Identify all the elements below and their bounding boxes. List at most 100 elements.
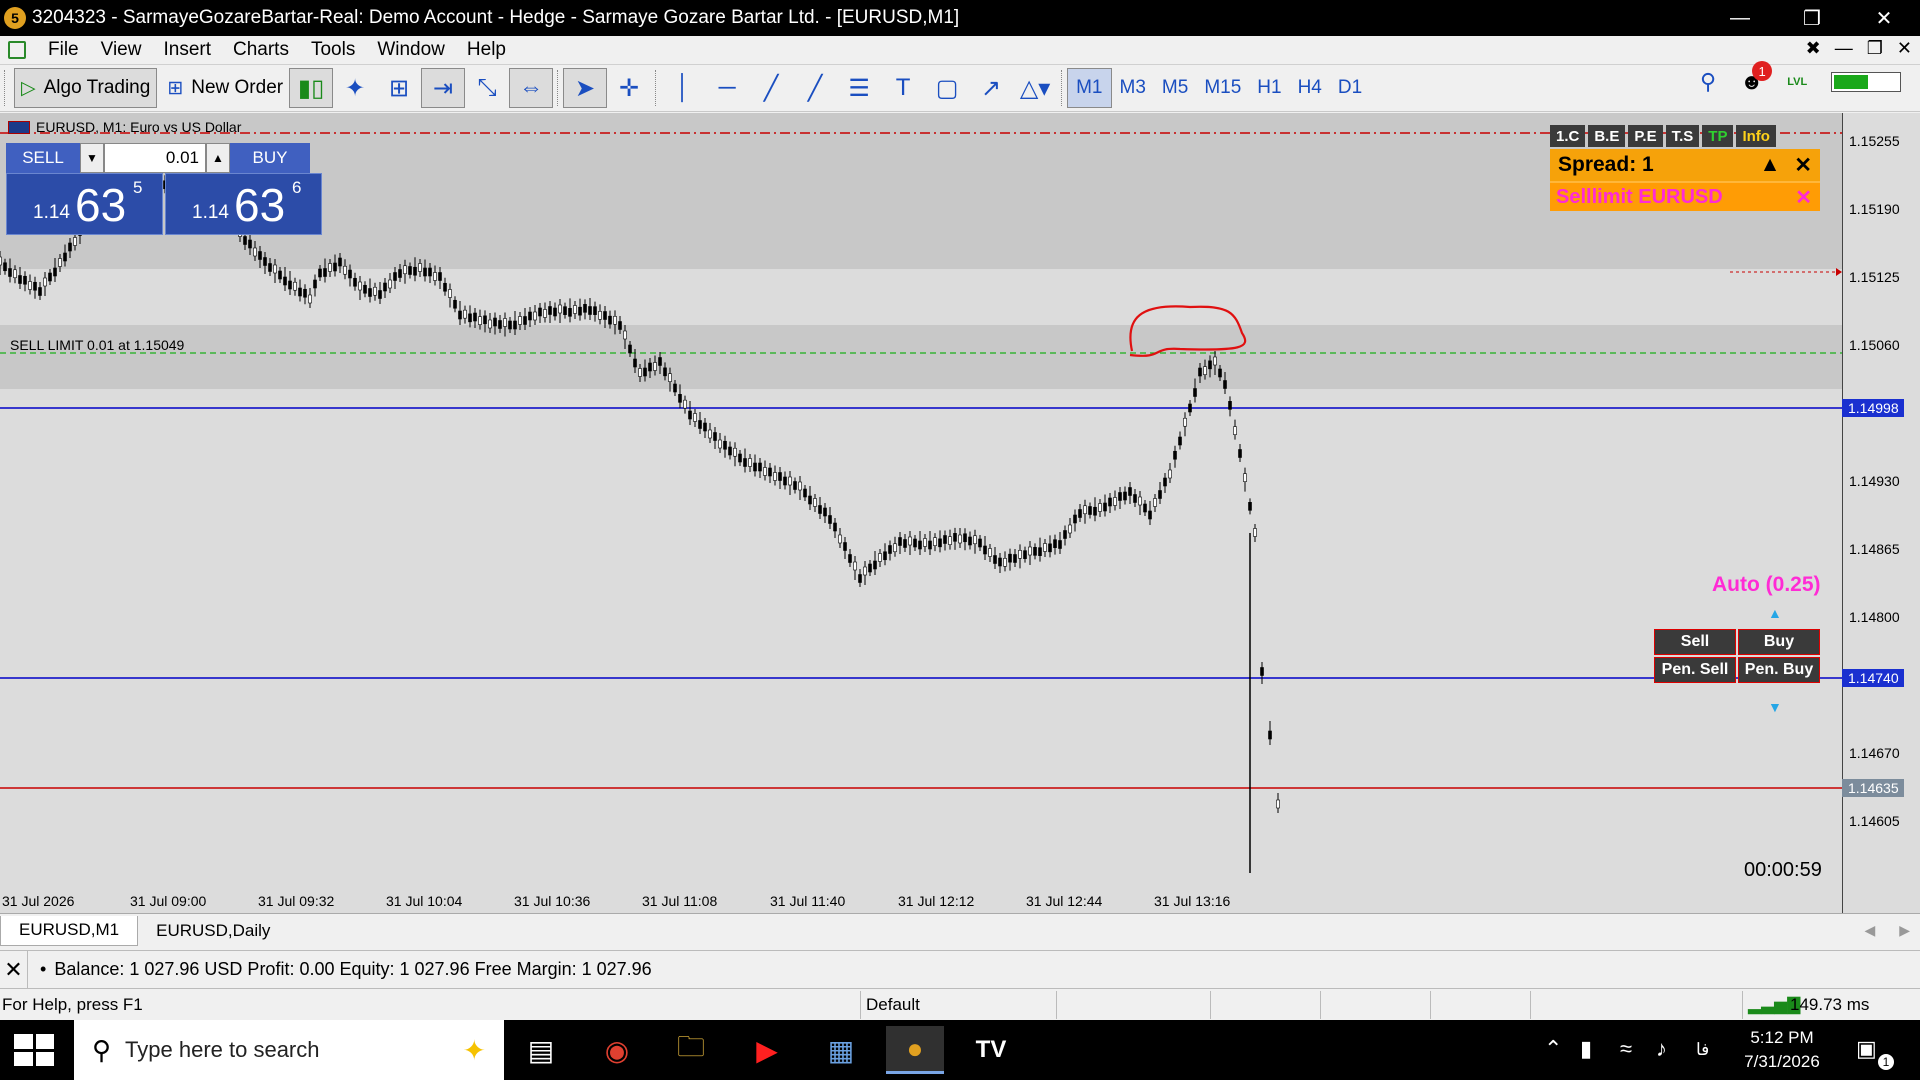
taskbar-clock[interactable]: 5:12 PM 7/31/2026 [1722, 1026, 1842, 1074]
candle-body [728, 446, 732, 456]
pending-sell-button[interactable]: Pen. Sell [1654, 657, 1736, 683]
chart-shift-icon[interactable]: ⇔ [509, 68, 554, 108]
candle-body [788, 476, 792, 486]
timeframe-m3[interactable]: M3 [1112, 68, 1154, 108]
lot-up-icon[interactable]: ▲ [1768, 605, 1782, 621]
volume-input[interactable]: 0.01 [104, 143, 206, 173]
time-axis[interactable]: 31 Jul 2026 31 Jul 09:00 31 Jul 09:32 31… [0, 889, 1842, 913]
chart-close-button[interactable]: ✕ [1897, 38, 1912, 59]
battery-icon[interactable]: ▮ [1580, 1036, 1592, 1062]
candle-body [483, 315, 487, 325]
break-even-button[interactable]: B.E [1588, 125, 1626, 147]
vertical-line-icon[interactable]: │ [661, 68, 705, 108]
info-button[interactable]: Info [1736, 125, 1776, 147]
wifi-icon[interactable]: ≈ [1620, 1036, 1632, 1062]
tab-eurusd-m1[interactable]: EURUSD,M1 [0, 915, 139, 946]
chart-restore-button[interactable]: ❐ [1867, 38, 1883, 59]
horizontal-line-icon[interactable]: ─ [705, 68, 749, 108]
tabs-right-icon[interactable]: ▶ [1899, 922, 1910, 939]
terminal-close-icon[interactable]: ✕ [0, 950, 28, 989]
menu-insert[interactable]: Insert [163, 39, 211, 61]
shapes-icon[interactable]: △▾ [1013, 68, 1057, 108]
zoom-fit-icon[interactable]: ⤡ [465, 68, 509, 108]
candle-body [1053, 539, 1057, 548]
one-click-sell-button[interactable]: SELL [6, 143, 80, 173]
grid-icon[interactable]: ⊞ [377, 68, 421, 108]
calculator-icon[interactable]: ▦ [812, 1026, 870, 1074]
one-click-buy-button[interactable]: BUY [230, 143, 310, 173]
one-click-trading-panel: SELL ▼ 0.01 ▲ BUY 1.14 63 5 1.14 63 6 [6, 143, 322, 235]
channel-icon[interactable]: ╱ [793, 68, 837, 108]
menu-view[interactable]: View [101, 39, 142, 61]
chart-menu-icon[interactable] [8, 41, 26, 59]
youtube-icon[interactable]: ▶ [738, 1026, 796, 1074]
timeframe-h1[interactable]: H1 [1249, 68, 1289, 108]
arrow-line-icon[interactable]: ↗ [969, 68, 1013, 108]
chrome-icon[interactable]: ◉ [588, 1026, 646, 1074]
trailing-stop-button[interactable]: T.S [1665, 125, 1700, 147]
crosshair-icon[interactable]: ✛ [607, 68, 651, 108]
candle-body [1033, 547, 1037, 556]
menu-file[interactable]: File [48, 39, 79, 61]
chart-minimize-button[interactable]: — [1835, 38, 1853, 59]
cursor-icon[interactable]: ➤ [563, 68, 608, 108]
delete-pending-icon[interactable]: ✕ [1795, 185, 1812, 210]
search-icon[interactable]: ⚲ [1700, 69, 1716, 95]
market-buy-button[interactable]: Buy [1738, 629, 1820, 655]
tradingview-icon[interactable]: TV [962, 1026, 1020, 1074]
indicators-icon[interactable]: ✦ [333, 68, 377, 108]
timeframe-h4[interactable]: H4 [1290, 68, 1330, 108]
file-explorer-icon[interactable]: 🗀 [662, 1026, 720, 1074]
timeframe-m15[interactable]: M15 [1196, 68, 1249, 108]
windows-start-icon[interactable] [14, 1034, 54, 1066]
level-icon[interactable]: LVL [1787, 76, 1807, 88]
menu-window[interactable]: Window [377, 39, 445, 61]
notifications-icon[interactable]: ☻ 1 [1740, 61, 1773, 95]
text-icon[interactable]: T [881, 68, 925, 108]
volume-icon[interactable]: ♪ [1656, 1036, 1667, 1062]
chart-tabs: EURUSD,M1 EURUSD,Daily ◀ ▶ [0, 913, 1920, 947]
timeframe-d1[interactable]: D1 [1330, 68, 1370, 108]
algo-trading-button[interactable]: ▷ Algo Trading [14, 68, 158, 108]
collapse-icon[interactable]: ▲ [1760, 153, 1781, 178]
take-profit-button[interactable]: TP [1702, 125, 1734, 147]
unpin-icon[interactable]: ✖ [1806, 38, 1821, 59]
metatrader-icon[interactable]: ● [886, 1026, 944, 1074]
search-input[interactable]: Type here to search [125, 1037, 319, 1063]
candlesticks-icon[interactable]: ▮▯ [289, 68, 334, 108]
language-indicator[interactable]: فا [1696, 1040, 1709, 1060]
trendline-icon[interactable]: ╱ [749, 68, 793, 108]
menu-charts[interactable]: Charts [233, 39, 289, 61]
chart-area[interactable]: EURUSD, M1: Euro vs US Dollar SELL ▼ 0.0… [0, 113, 1920, 913]
auto-scroll-icon[interactable]: ⇥ [421, 68, 466, 108]
market-sell-button[interactable]: Sell [1654, 629, 1736, 655]
restore-button[interactable]: ❐ [1776, 0, 1848, 36]
candle-body [428, 267, 432, 277]
lot-down-icon[interactable]: ▼ [1768, 699, 1782, 715]
taskbar-search[interactable]: ⚲ Type here to search ✦ [74, 1020, 504, 1080]
tab-eurusd-daily[interactable]: EURUSD,Daily [138, 916, 288, 946]
tray-chevron-icon[interactable]: ⌃ [1544, 1036, 1562, 1062]
rectangle-icon[interactable]: ▢ [925, 68, 969, 108]
sell-price-box[interactable]: 1.14 63 5 [6, 173, 163, 235]
action-center-icon[interactable]: ▣ [1856, 1036, 1877, 1062]
close-button[interactable]: ✕ [1848, 0, 1920, 36]
pending-buy-button[interactable]: Pen. Buy [1738, 657, 1820, 683]
menu-tools[interactable]: Tools [311, 39, 355, 61]
panel-close-icon[interactable]: ✕ [1794, 153, 1812, 178]
profile-name[interactable]: Default [866, 995, 920, 1015]
tabs-left-icon[interactable]: ◀ [1864, 922, 1875, 939]
timeframe-m5[interactable]: M5 [1154, 68, 1196, 108]
partial-exit-button[interactable]: P.E [1628, 125, 1663, 147]
timeframe-m1[interactable]: M1 [1067, 68, 1112, 108]
close-partial-button[interactable]: 1.C [1550, 125, 1586, 147]
fibonacci-icon[interactable]: ☰ [837, 68, 881, 108]
volume-up-icon[interactable]: ▲ [206, 143, 230, 173]
volume-down-icon[interactable]: ▼ [80, 143, 104, 173]
minimize-button[interactable]: — [1704, 0, 1776, 36]
new-order-button[interactable]: ⊞ New Order [161, 68, 289, 108]
menu-help[interactable]: Help [467, 39, 506, 61]
task-view-icon[interactable]: ▤ [512, 1026, 570, 1074]
auto-lot-label[interactable]: Auto (0.25) [1712, 573, 1821, 597]
buy-price-box[interactable]: 1.14 63 6 [165, 173, 322, 235]
